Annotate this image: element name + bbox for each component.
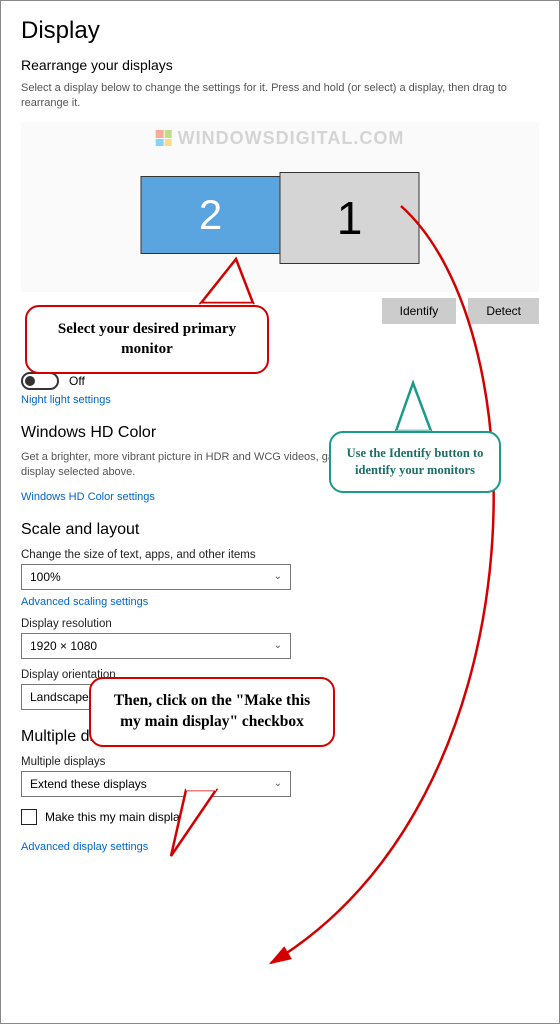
- page-title: Display: [21, 17, 539, 45]
- advanced-scaling-link[interactable]: Advanced scaling settings: [21, 596, 539, 608]
- night-light-settings-link[interactable]: Night light settings: [21, 394, 539, 406]
- monitor-tile-1[interactable]: 1: [280, 172, 420, 264]
- resolution-value: 1920 × 1080: [30, 639, 97, 653]
- scale-value: 100%: [30, 570, 61, 584]
- make-main-display-checkbox[interactable]: [21, 809, 37, 825]
- night-light-toggle[interactable]: [21, 372, 59, 390]
- scale-label: Change the size of text, apps, and other…: [21, 549, 539, 561]
- monitor-tile-2[interactable]: 2: [141, 176, 281, 254]
- windows-logo-icon: [156, 130, 172, 146]
- detect-button[interactable]: Detect: [468, 298, 539, 324]
- make-main-display-label: Make this my main display: [45, 810, 186, 824]
- watermark-text: WINDOWSDIGITAL.COM: [178, 128, 405, 149]
- resolution-select[interactable]: 1920 × 1080 ⌄: [21, 633, 291, 659]
- chevron-down-icon: ⌄: [274, 640, 282, 651]
- watermark: WINDOWSDIGITAL.COM: [156, 128, 405, 149]
- chevron-down-icon: ⌄: [274, 778, 282, 789]
- annotation-callout-select-monitor: Select your desired primary monitor: [25, 305, 269, 374]
- orientation-value: Landscape: [30, 690, 89, 704]
- multiple-displays-value: Extend these displays: [30, 777, 147, 791]
- rearrange-help: Select a display below to change the set…: [21, 81, 539, 112]
- multiple-displays-label: Multiple displays: [21, 756, 539, 768]
- resolution-label: Display resolution: [21, 618, 539, 630]
- chevron-down-icon: ⌄: [274, 571, 282, 582]
- display-arrangement-canvas[interactable]: WINDOWSDIGITAL.COM 2 1: [21, 122, 539, 292]
- multiple-displays-select[interactable]: Extend these displays ⌄: [21, 771, 291, 797]
- advanced-display-settings-link[interactable]: Advanced display settings: [21, 841, 148, 853]
- night-light-state: Off: [69, 374, 85, 388]
- scale-layout-title: Scale and layout: [21, 521, 539, 539]
- scale-select[interactable]: 100% ⌄: [21, 564, 291, 590]
- annotation-callout-identify: Use the Identify button to identify your…: [329, 431, 501, 493]
- identify-button[interactable]: Identify: [382, 298, 457, 324]
- annotation-callout-checkbox: Then, click on the "Make this my main di…: [89, 677, 335, 747]
- rearrange-subhead: Rearrange your displays: [21, 57, 539, 73]
